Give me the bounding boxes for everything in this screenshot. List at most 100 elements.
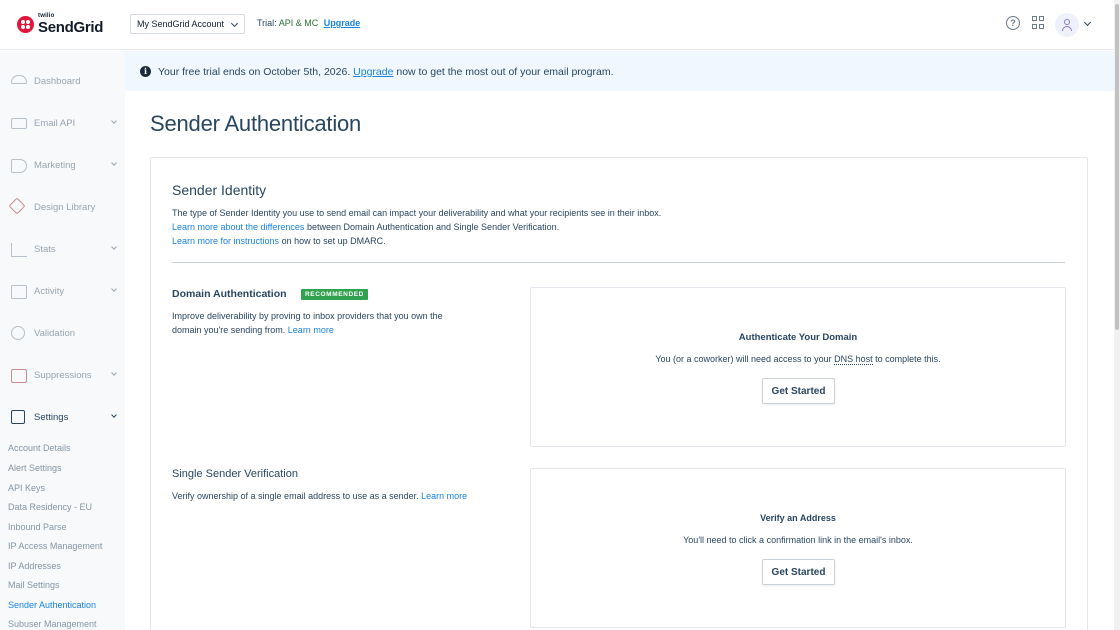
settings-sub-ip-access[interactable]: IP Access Management bbox=[8, 541, 102, 551]
sidebar-item-label: Email API bbox=[34, 117, 76, 129]
trial-upgrade-link[interactable]: Upgrade bbox=[324, 18, 361, 28]
trial-label: Trial: bbox=[257, 18, 277, 28]
authenticate-domain-desc: You (or a coworker) will need access to … bbox=[531, 354, 1065, 365]
divider bbox=[172, 262, 1065, 263]
user-menu-button[interactable] bbox=[1055, 13, 1079, 37]
top-bar: twilio SendGrid My SendGrid Account Tria… bbox=[0, 0, 1114, 50]
verify-address-desc: You'll need to click a confirmation link… bbox=[683, 535, 913, 545]
single-get-started-button[interactable]: Get Started bbox=[762, 559, 835, 585]
stats-icon bbox=[11, 243, 27, 257]
account-select-label: My SendGrid Account bbox=[137, 19, 225, 29]
single-learn-more-link[interactable]: Learn more bbox=[421, 491, 467, 501]
sidebar-item-design-library[interactable]: Design Library bbox=[0, 186, 125, 228]
banner-text-before: Your free trial ends on October 5th, 202… bbox=[158, 66, 351, 78]
sidebar-item-stats[interactable]: Stats bbox=[0, 228, 125, 270]
suppressions-icon bbox=[11, 369, 27, 383]
sidebar-item-marketing[interactable]: Marketing bbox=[0, 144, 125, 186]
megaphone-icon bbox=[11, 159, 27, 173]
account-select[interactable]: My SendGrid Account bbox=[130, 14, 245, 34]
settings-sub-sender-authentication[interactable]: Sender Authentication bbox=[8, 600, 96, 610]
user-icon bbox=[1064, 19, 1070, 25]
sidebar-item-suppressions[interactable]: Suppressions bbox=[0, 354, 125, 396]
single-sender-desc-text: Verify ownership of a single email addre… bbox=[172, 491, 419, 501]
logo-text: twilio SendGrid bbox=[38, 13, 103, 35]
banner-text: Your free trial ends on October 5th, 202… bbox=[158, 66, 613, 78]
learn-differences-text: between Domain Authentication and Single… bbox=[306, 222, 560, 232]
sidebar: Dashboard Email API Marketing Design Lib… bbox=[0, 51, 125, 630]
sidebar-item-validation[interactable]: Validation bbox=[0, 312, 125, 354]
settings-sub-mail-settings[interactable]: Mail Settings bbox=[8, 580, 60, 590]
domain-panel-desc-before: You (or a coworker) will need access to … bbox=[655, 354, 832, 364]
single-sender-desc: Verify ownership of a single email addre… bbox=[172, 489, 472, 503]
dmarc-instructions-link[interactable]: Learn more for instructions bbox=[172, 236, 279, 246]
settings-sub-alert-settings[interactable]: Alert Settings bbox=[8, 463, 62, 473]
page-scrollbar[interactable] bbox=[1114, 0, 1120, 630]
authenticate-domain-title: Authenticate Your Domain bbox=[738, 332, 858, 343]
settings-sub-account-details[interactable]: Account Details bbox=[8, 443, 71, 453]
design-library-icon bbox=[8, 197, 26, 215]
domain-get-started-button[interactable]: Get Started bbox=[762, 378, 835, 404]
dns-host-tooltip[interactable]: DNS host bbox=[834, 354, 873, 365]
scrollbar-thumb[interactable] bbox=[1115, 4, 1119, 330]
sender-identity-title: Sender Identity bbox=[172, 182, 267, 198]
sidebar-item-label: Stats bbox=[34, 243, 56, 255]
sidebar-item-label: Dashboard bbox=[34, 75, 81, 87]
banner-text-after: now to get the most out of your email pr… bbox=[396, 66, 614, 78]
settings-icon bbox=[11, 410, 25, 424]
activity-icon bbox=[11, 285, 27, 299]
sidebar-item-label: Settings bbox=[34, 411, 69, 423]
sidebar-item-email-api[interactable]: Email API bbox=[0, 102, 125, 144]
sender-identity-desc-3: Learn more for instructions on how to se… bbox=[172, 236, 386, 246]
chevron-down-icon bbox=[111, 286, 117, 292]
user-menu-chevron-icon[interactable] bbox=[1083, 18, 1092, 27]
dashboard-icon bbox=[11, 75, 27, 84]
sidebar-item-label: Suppressions bbox=[34, 369, 92, 381]
sidebar-item-settings[interactable]: Settings bbox=[0, 396, 125, 438]
settings-sub-api-keys[interactable]: API Keys bbox=[8, 483, 45, 493]
verify-address-panel: Verify an Address You'll need to click a… bbox=[530, 468, 1066, 628]
domain-learn-more-link[interactable]: Learn more bbox=[288, 325, 334, 335]
settings-sub-data-residency[interactable]: Data Residency - EU bbox=[8, 502, 92, 512]
recommended-badge: RECOMMENDED bbox=[301, 289, 368, 300]
chevron-down-icon bbox=[111, 244, 117, 250]
trial-status: Trial: API & MC Upgrade bbox=[257, 18, 360, 28]
verify-address-title: Verify an Address bbox=[760, 513, 836, 523]
chevron-down-icon bbox=[111, 412, 117, 418]
twilio-logo-icon bbox=[17, 15, 34, 33]
sidebar-item-label: Validation bbox=[34, 327, 76, 339]
sidebar-item-dashboard[interactable]: Dashboard bbox=[0, 60, 125, 102]
domain-auth-title: Domain Authentication bbox=[172, 288, 287, 300]
sidebar-item-label: Design Library bbox=[34, 201, 96, 213]
info-icon: i bbox=[140, 66, 151, 77]
chevron-down-icon bbox=[111, 118, 117, 124]
authenticate-domain-panel: Authenticate Your Domain You (or a cowor… bbox=[530, 287, 1066, 447]
question-circle-icon[interactable]: ? bbox=[1006, 16, 1020, 30]
chevron-down-icon bbox=[111, 160, 117, 166]
settings-sub-ip-addresses[interactable]: IP Addresses bbox=[8, 561, 61, 571]
validation-icon bbox=[11, 326, 25, 340]
sender-identity-desc-2: Learn more about the differences between… bbox=[172, 222, 559, 232]
sendgrid-logo[interactable]: twilio SendGrid bbox=[17, 13, 103, 35]
email-api-icon bbox=[11, 118, 27, 129]
trial-plan: API & MC bbox=[278, 18, 319, 28]
chevron-down-icon bbox=[230, 19, 239, 28]
user-icon-body bbox=[1062, 26, 1072, 31]
domain-auth-desc: Improve deliverability by proving to inb… bbox=[172, 309, 472, 337]
sidebar-item-label: Marketing bbox=[34, 159, 76, 171]
page-title: Sender Authentication bbox=[150, 111, 362, 136]
grid-icon[interactable] bbox=[1032, 16, 1046, 30]
domain-panel-desc-after: to complete this. bbox=[875, 354, 941, 364]
settings-sub-inbound-parse[interactable]: Inbound Parse bbox=[8, 522, 67, 532]
sender-identity-card: Sender Identity The type of Sender Ident… bbox=[150, 157, 1088, 630]
chevron-down-icon bbox=[111, 370, 117, 376]
sidebar-item-label: Activity bbox=[34, 285, 65, 297]
single-sender-title: Single Sender Verification bbox=[172, 468, 298, 480]
sender-identity-desc: The type of Sender Identity you use to s… bbox=[172, 208, 662, 218]
learn-differences-link[interactable]: Learn more about the differences bbox=[172, 222, 304, 232]
banner-upgrade-link[interactable]: Upgrade bbox=[353, 66, 393, 78]
logo-sendgrid-text: SendGrid bbox=[38, 19, 104, 36]
settings-sub-subuser-management[interactable]: Subuser Management bbox=[8, 619, 97, 629]
sidebar-item-activity[interactable]: Activity bbox=[0, 270, 125, 312]
dmarc-instructions-text: on how to set up DMARC. bbox=[281, 236, 386, 246]
trial-banner: i Your free trial ends on October 5th, 2… bbox=[125, 51, 1114, 91]
